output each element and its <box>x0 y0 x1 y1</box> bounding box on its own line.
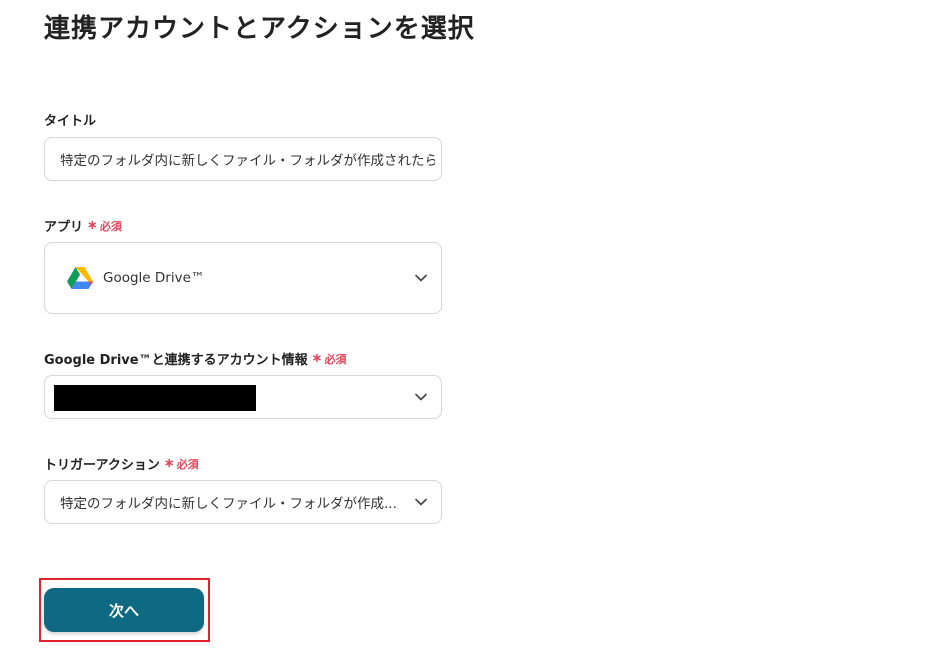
redacted-account-value <box>54 385 256 411</box>
app-label-text: アプリ <box>44 220 84 235</box>
app-select[interactable]: Google Drive™ <box>44 242 442 314</box>
title-field-label: タイトル <box>44 110 96 129</box>
next-button[interactable]: 次へ <box>44 588 204 632</box>
required-badge: ∗ 必須 <box>87 218 122 234</box>
required-badge: ∗ 必須 <box>312 351 347 367</box>
chevron-down-icon <box>415 393 427 401</box>
page-title: 連携アカウントとアクションを選択 <box>44 14 475 44</box>
account-select[interactable] <box>44 375 442 419</box>
title-input[interactable]: 特定のフォルダ内に新しくファイル・フォルダが作成されたら <box>44 137 442 181</box>
trigger-action-select[interactable]: 特定のフォルダ内に新しくファイル・フォルダが作成... <box>44 480 442 524</box>
required-text: 必須 <box>324 352 347 366</box>
trigger-label-text: トリガーアクション <box>44 458 160 473</box>
required-text: 必須 <box>99 219 122 233</box>
chevron-down-icon <box>415 498 427 506</box>
google-drive-icon <box>67 267 93 289</box>
account-field-label: Google Drive™と連携するアカウント情報 ∗ 必須 <box>44 349 347 368</box>
app-select-value: Google Drive™ <box>103 270 205 286</box>
trigger-field-label: トリガーアクション ∗ 必須 <box>44 454 199 473</box>
account-label-text: Google Drive™と連携するアカウント情報 <box>44 353 308 368</box>
required-star-icon: ∗ <box>87 218 98 233</box>
required-badge: ∗ 必須 <box>164 456 199 472</box>
required-text: 必須 <box>176 457 199 471</box>
app-field-label: アプリ ∗ 必須 <box>44 216 122 235</box>
required-star-icon: ∗ <box>311 351 323 366</box>
next-button-label: 次へ <box>108 601 139 620</box>
trigger-select-value: 特定のフォルダ内に新しくファイル・フォルダが作成... <box>60 496 397 512</box>
title-input-value: 特定のフォルダ内に新しくファイル・フォルダが作成されたら <box>60 153 435 169</box>
title-label-text: タイトル <box>44 114 97 129</box>
required-star-icon: ∗ <box>163 456 175 471</box>
chevron-down-icon <box>415 274 427 282</box>
